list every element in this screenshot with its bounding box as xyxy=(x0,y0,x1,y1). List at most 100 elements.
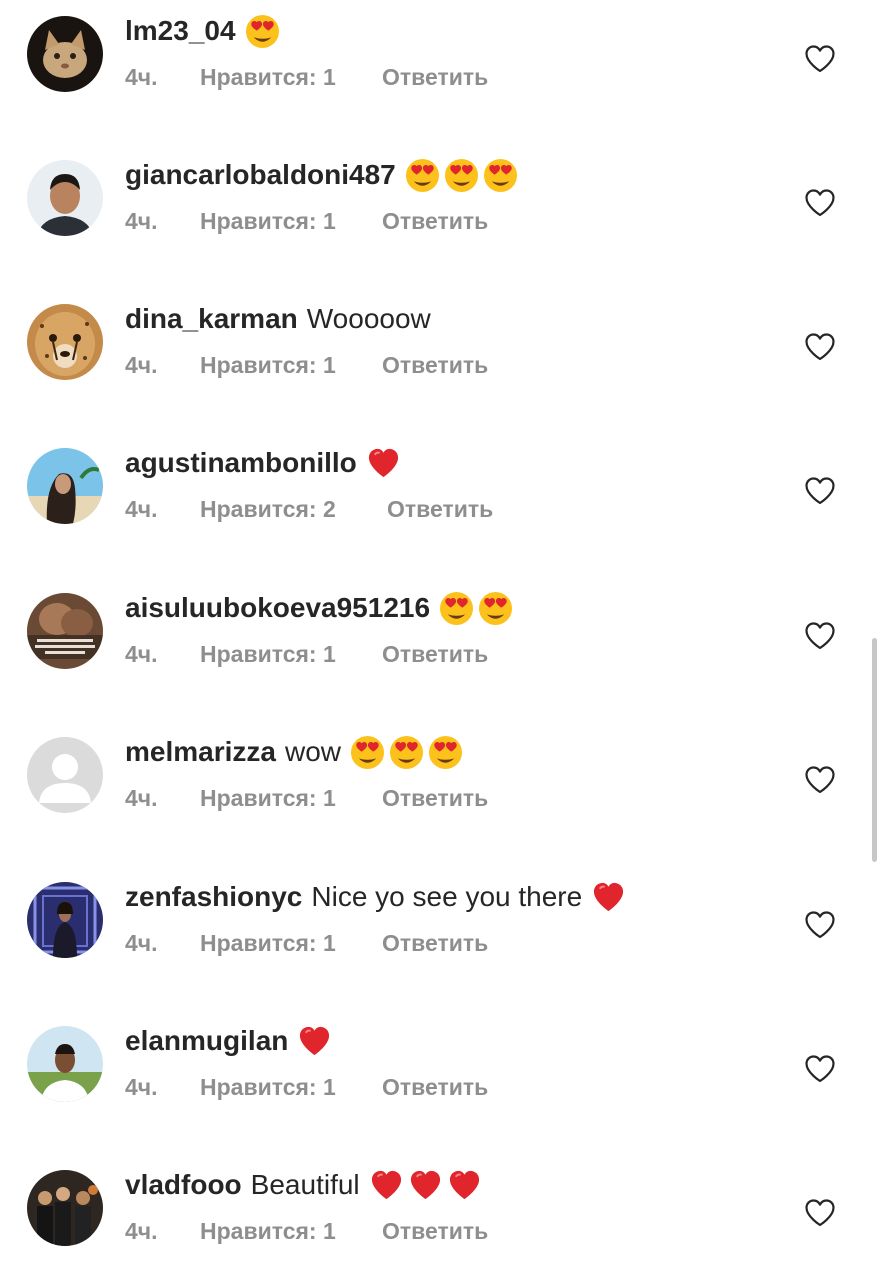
username-link[interactable]: dina_karman xyxy=(125,301,298,337)
comment-text: Wooooow xyxy=(306,303,431,334)
heart-eyes-emoji-icon xyxy=(483,158,518,193)
comment-emojis xyxy=(297,1024,332,1059)
comment-line: agustinambonillo xyxy=(125,445,401,481)
comment-item: dina_karman Wooooow 4ч. Нравится: 1 Ответить xyxy=(0,290,885,410)
reply-button[interactable]: Ответить xyxy=(382,1216,488,1246)
avatar[interactable] xyxy=(27,448,103,524)
comment-meta: 4ч. Нравится: 1 Ответить xyxy=(125,62,488,92)
username-link[interactable]: melmarizza xyxy=(125,734,276,770)
reply-button[interactable]: Ответить xyxy=(382,62,488,92)
likes-count-button[interactable]: Нравится: 1 xyxy=(200,206,382,236)
avatar[interactable] xyxy=(27,882,103,958)
likes-count-button[interactable]: Нравится: 1 xyxy=(200,62,382,92)
comments-list: lm23_04 4ч. Нравится: 1 Ответить giancarloba… xyxy=(0,0,885,1280)
comment-time: 4ч. xyxy=(125,64,158,90)
heart-eyes-emoji-icon xyxy=(350,735,385,770)
username-link[interactable]: agustinambonillo xyxy=(125,445,357,481)
likes-count-button[interactable]: Нравится: 1 xyxy=(200,639,382,669)
comment-time: 4ч. xyxy=(125,930,158,956)
comment-emojis xyxy=(245,14,280,49)
comment-text: Beautiful xyxy=(250,1169,360,1200)
heart-outline-icon[interactable] xyxy=(804,765,836,795)
scrollbar[interactable] xyxy=(872,638,877,862)
comment-line: melmarizza wow xyxy=(125,734,463,770)
comment-text: Nice yo see you there xyxy=(311,881,583,912)
red-heart-emoji-icon xyxy=(408,1168,443,1203)
heart-eyes-emoji-icon xyxy=(478,591,513,626)
heart-outline-icon[interactable] xyxy=(804,1054,836,1084)
comment-text: wow xyxy=(284,736,341,767)
username-link[interactable]: elanmugilan xyxy=(125,1023,288,1059)
reply-button[interactable]: Ответить xyxy=(382,639,488,669)
comment-line: zenfashionyc Nice yo see you there xyxy=(125,879,626,915)
avatar[interactable] xyxy=(27,737,103,813)
heart-eyes-emoji-icon xyxy=(389,735,424,770)
reply-button[interactable]: Ответить xyxy=(382,206,488,236)
avatar[interactable] xyxy=(27,16,103,92)
comment-meta: 4ч. Нравится: 1 Ответить xyxy=(125,639,488,669)
comment-time: 4ч. xyxy=(125,785,158,811)
reply-button[interactable]: Ответить xyxy=(387,494,493,524)
comment-emojis xyxy=(439,591,513,626)
heart-eyes-emoji-icon xyxy=(444,158,479,193)
comment-time: 4ч. xyxy=(125,352,158,378)
comment-meta: 4ч. Нравится: 1 Ответить xyxy=(125,783,488,813)
heart-outline-icon[interactable] xyxy=(804,1198,836,1228)
avatar[interactable] xyxy=(27,304,103,380)
likes-count-button[interactable]: Нравится: 1 xyxy=(200,350,382,380)
heart-outline-icon[interactable] xyxy=(804,188,836,218)
comment-item: melmarizza wow 4ч. Нравится: 1 Ответить xyxy=(0,723,885,843)
comment-line: elanmugilan xyxy=(125,1023,332,1059)
reply-button[interactable]: Ответить xyxy=(382,783,488,813)
likes-count-button[interactable]: Нравится: 1 xyxy=(200,1072,382,1102)
comment-time: 4ч. xyxy=(125,1218,158,1244)
comment-emojis xyxy=(366,446,401,481)
likes-count-button[interactable]: Нравится: 1 xyxy=(200,783,382,813)
heart-outline-icon[interactable] xyxy=(804,621,836,651)
comment-time: 4ч. xyxy=(125,1074,158,1100)
red-heart-emoji-icon xyxy=(297,1024,332,1059)
comment-line: aisuluubokoeva951216 xyxy=(125,590,513,626)
username-link[interactable]: lm23_04 xyxy=(125,13,236,49)
comment-meta: 4ч. Нравится: 1 Ответить xyxy=(125,1072,488,1102)
red-heart-emoji-icon xyxy=(366,446,401,481)
heart-eyes-emoji-icon xyxy=(439,591,474,626)
username-link[interactable]: giancarlobaldoni487 xyxy=(125,157,396,193)
reply-button[interactable]: Ответить xyxy=(382,1072,488,1102)
likes-count-button[interactable]: Нравится: 1 xyxy=(200,1216,382,1246)
avatar[interactable] xyxy=(27,160,103,236)
comment-line: giancarlobaldoni487 xyxy=(125,157,518,193)
heart-eyes-emoji-icon xyxy=(245,14,280,49)
comment-item: elanmugilan 4ч. Нравится: 1 Ответить xyxy=(0,1012,885,1132)
comment-line: lm23_04 xyxy=(125,13,280,49)
reply-button[interactable]: Ответить xyxy=(382,928,488,958)
comment-emojis xyxy=(591,880,626,915)
avatar[interactable] xyxy=(27,1026,103,1102)
comment-item: aisuluubokoeva951216 4ч. Нравится: 1 Ответи… xyxy=(0,579,885,699)
username-link[interactable]: zenfashionyc xyxy=(125,879,302,915)
heart-outline-icon[interactable] xyxy=(804,332,836,362)
comment-meta: 4ч. Нравится: 1 Ответить xyxy=(125,350,488,380)
comment-item: zenfashionyc Nice yo see you there 4ч. Нрав… xyxy=(0,868,885,988)
heart-outline-icon[interactable] xyxy=(804,44,836,74)
username-link[interactable]: vladfooo xyxy=(125,1167,242,1203)
heart-outline-icon[interactable] xyxy=(804,910,836,940)
avatar[interactable] xyxy=(27,593,103,669)
comment-time: 4ч. xyxy=(125,208,158,234)
likes-count-button[interactable]: Нравится: 2 xyxy=(200,494,387,524)
comment-meta: 4ч. Нравится: 1 Ответить xyxy=(125,1216,488,1246)
heart-outline-icon[interactable] xyxy=(804,476,836,506)
comment-item: lm23_04 4ч. Нравится: 1 Ответить xyxy=(0,2,885,122)
username-link[interactable]: aisuluubokoeva951216 xyxy=(125,590,430,626)
comment-time: 4ч. xyxy=(125,496,158,522)
comment-line: vladfooo Beautiful xyxy=(125,1167,482,1203)
comment-time: 4ч. xyxy=(125,641,158,667)
comment-meta: 4ч. Нравится: 1 Ответить xyxy=(125,206,488,236)
red-heart-emoji-icon xyxy=(591,880,626,915)
avatar[interactable] xyxy=(27,1170,103,1246)
reply-button[interactable]: Ответить xyxy=(382,350,488,380)
comment-emojis xyxy=(350,735,463,770)
comment-emojis xyxy=(405,158,518,193)
red-heart-emoji-icon xyxy=(369,1168,404,1203)
likes-count-button[interactable]: Нравится: 1 xyxy=(200,928,382,958)
